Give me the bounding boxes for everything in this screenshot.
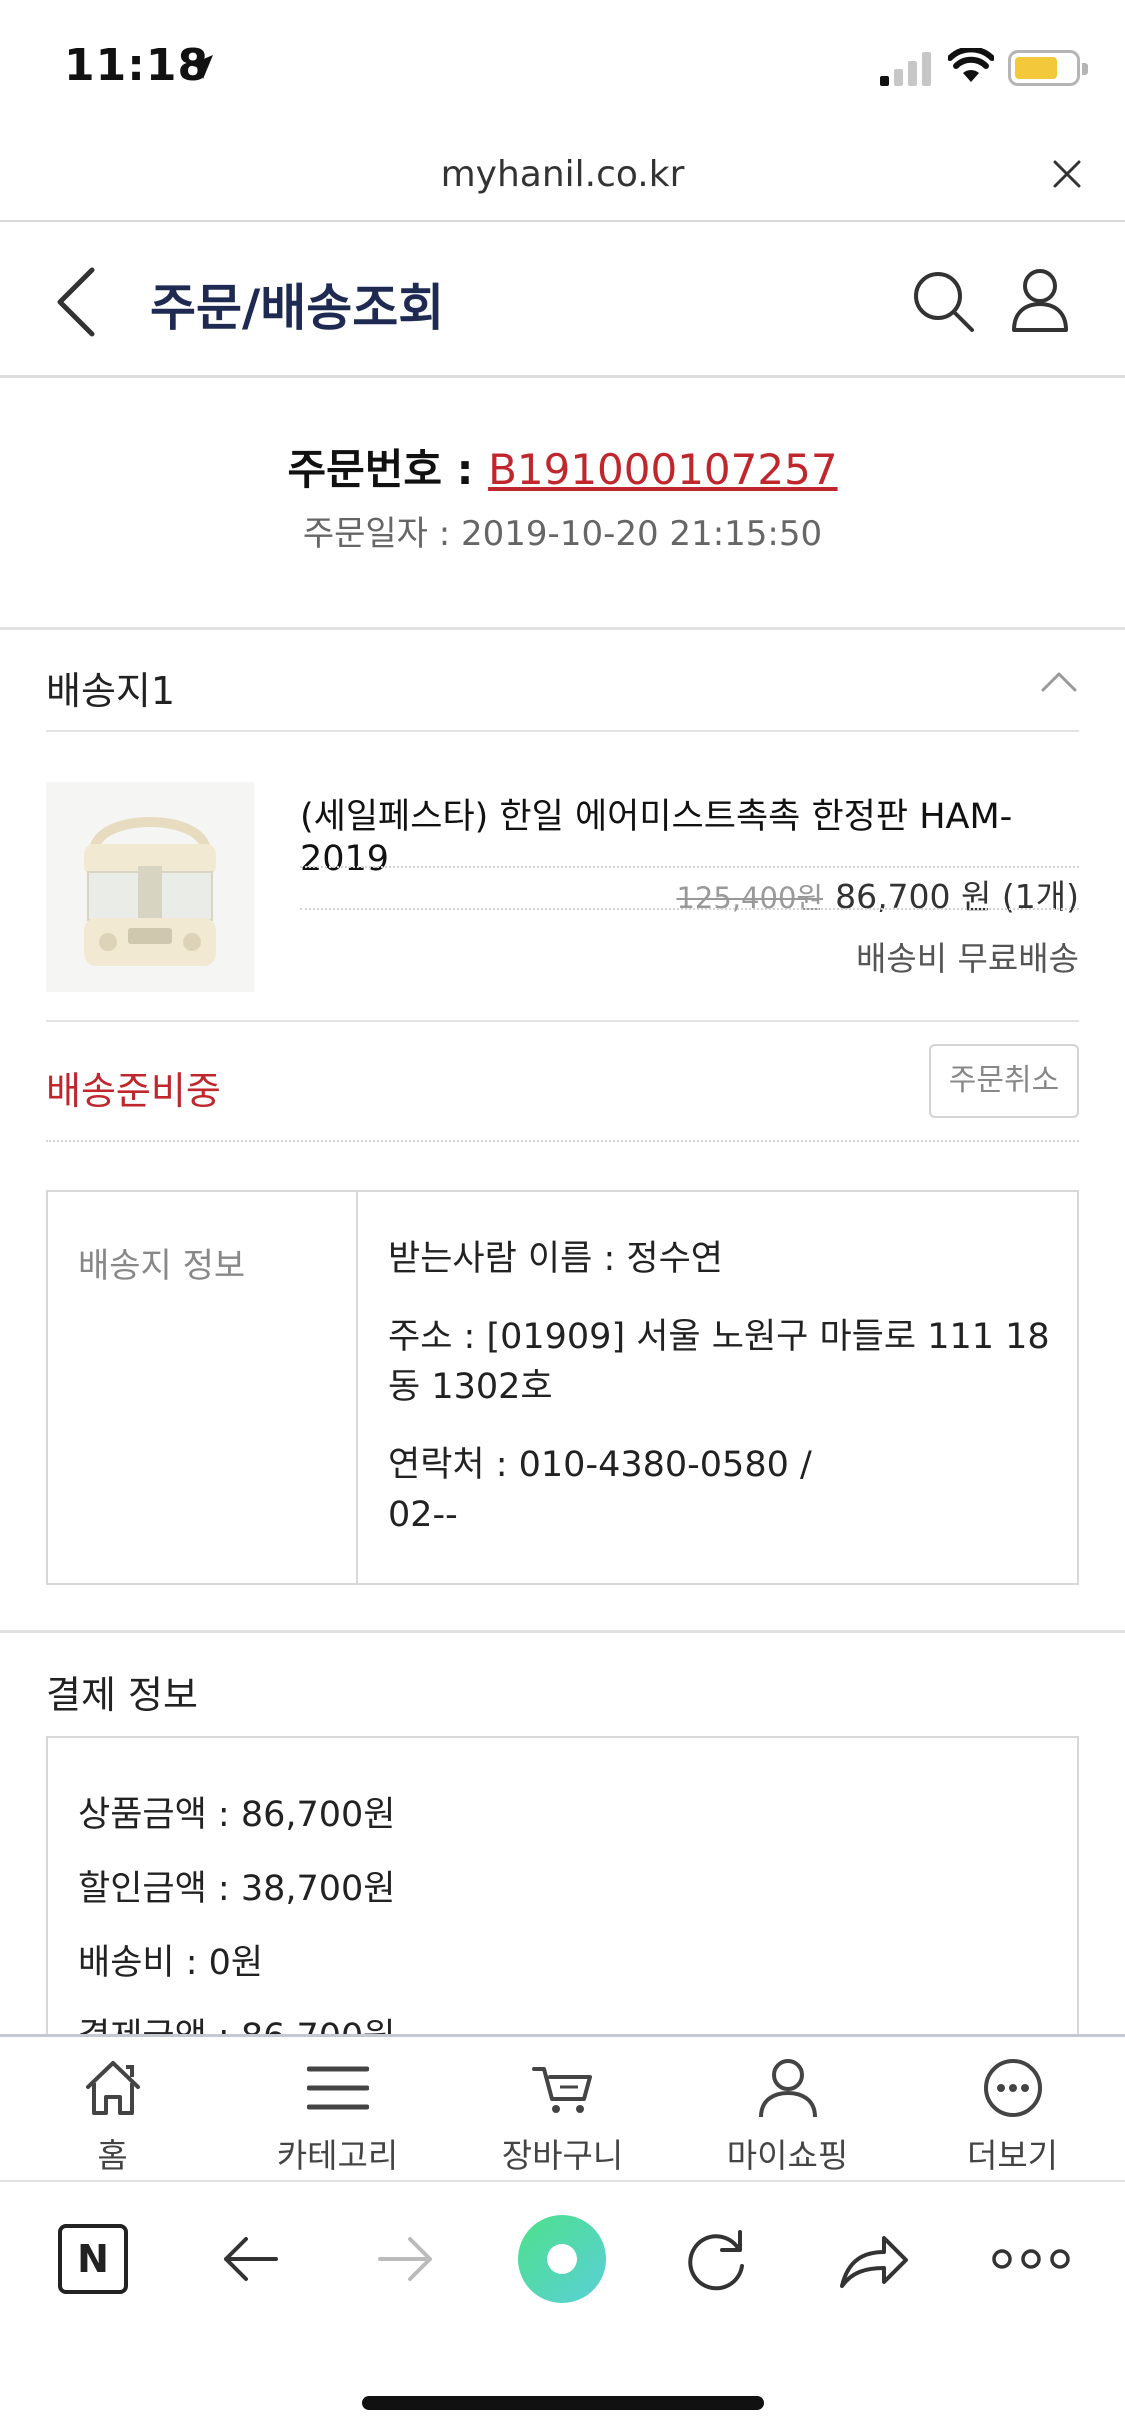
section-divider: [0, 1630, 1125, 1633]
back-arrow-icon[interactable]: [220, 2214, 280, 2304]
more-dots-icon[interactable]: [992, 2214, 1070, 2304]
close-icon[interactable]: [1047, 154, 1087, 194]
payment-info-box: 상품금액 : 86,700원 할인금액 : 38,700원 배송비 : 0원 결…: [46, 1736, 1079, 2066]
cellular-signal-icon: [880, 50, 934, 86]
shipping-group-header[interactable]: 배송지1: [46, 632, 1079, 732]
home-indicator[interactable]: [362, 2396, 764, 2410]
cancel-order-button[interactable]: 주문취소: [929, 1044, 1079, 1118]
shipping-fee: 배송비 무료배송: [855, 939, 1079, 978]
location-arrow-icon: [189, 55, 213, 79]
humidifier-image: [84, 817, 216, 966]
contact-info: 연락처 : 010-4380-0580 / 02--: [388, 1440, 1058, 1540]
nav-cart[interactable]: 장바구니: [450, 2037, 675, 2183]
divider: [300, 866, 1079, 868]
order-date: 주문일자 : 2019-10-20 21:15:50: [302, 514, 823, 554]
home-icon: [86, 2061, 140, 2115]
wifi-icon: [948, 48, 994, 82]
naver-glyph: N: [77, 2237, 109, 2281]
order-status-row: 배송준비중 주문취소: [46, 1024, 1079, 1142]
order-product-item: (세일페스타) 한일 에어미스트촉촉 한정판 HAM-2019 125,400원…: [46, 732, 1079, 1022]
cart-icon: [532, 2067, 592, 2113]
nav-more[interactable]: 더보기: [900, 2037, 1125, 2183]
more-icon: [984, 2059, 1042, 2117]
discount-amount: 할인금액 : 38,700원: [78, 1869, 396, 1909]
page-title: 주문/배송조회: [150, 279, 445, 337]
nav-cart-label: 장바구니: [501, 2136, 624, 2175]
app-header: 주문/배송조회: [0, 224, 1125, 378]
payment-section-title: 결제 정보: [46, 1673, 198, 1717]
contact-line-1: 연락처 : 010-4380-0580 /: [388, 1445, 812, 1485]
delivery-info-label-cell: 배송지 정보: [48, 1192, 358, 1583]
naver-home-icon[interactable]: N: [56, 2214, 130, 2304]
person-icon: [759, 2059, 817, 2118]
browser-toolbar: N: [0, 2184, 1125, 2334]
nav-myshopping-label: 마이쇼핑: [726, 2136, 849, 2175]
user-account-icon[interactable]: [1010, 266, 1070, 334]
back-chevron-icon[interactable]: [52, 264, 102, 340]
nav-home[interactable]: 홈: [0, 2037, 225, 2183]
nav-home-label: 홈: [97, 2136, 128, 2175]
delivery-address: 주소 : [01909] 서울 노원구 마들로 111 18동 1302호: [388, 1317, 1050, 1407]
order-status: 배송준비중: [46, 1069, 221, 1113]
bottom-navigation: 홈 카테고리 장바구니 마이쇼핑 더보기: [0, 2034, 1125, 2182]
nav-category[interactable]: 카테고리: [225, 2037, 450, 2183]
battery-icon: [1008, 50, 1088, 86]
contact-line-2: 02--: [388, 1495, 458, 1535]
search-icon[interactable]: [910, 268, 976, 334]
nav-myshopping[interactable]: 마이쇼핑: [675, 2037, 900, 2183]
chevron-up-icon[interactable]: [1039, 668, 1079, 694]
forward-arrow-icon[interactable]: [376, 2214, 436, 2304]
product-amount: 상품금액 : 86,700원: [78, 1795, 396, 1835]
green-dot-icon[interactable]: [516, 2214, 608, 2304]
delivery-info-body: 받는사람 이름 : 정수연 주소 : [01909] 서울 노원구 마들로 11…: [388, 1234, 1058, 1540]
delivery-info-table: 배송지 정보 받는사람 이름 : 정수연 주소 : [01909] 서울 노원구…: [46, 1190, 1079, 1585]
order-number-link[interactable]: B191000107257: [488, 445, 837, 494]
shipping-fee-amount: 배송비 : 0원: [78, 1943, 264, 1983]
delivery-info-label: 배송지 정보: [78, 1246, 246, 1286]
order-number-label: 주문번호 :: [287, 445, 489, 494]
recipient-name: 받는사람 이름 : 정수연: [388, 1239, 723, 1279]
status-bar: 11:18: [0, 0, 1125, 140]
product-thumbnail[interactable]: [46, 782, 254, 992]
shipping-group-title: 배송지1: [46, 669, 176, 713]
sale-price: 86,700 원 (1개): [835, 877, 1079, 916]
order-number-row: 주문번호 : B191000107257: [0, 436, 1125, 497]
order-summary-header: 주문번호 : B191000107257 주문일자 : 2019-10-20 2…: [0, 380, 1125, 630]
divider: [300, 908, 1079, 910]
share-icon[interactable]: [838, 2214, 910, 2304]
menu-icon: [307, 2066, 369, 2110]
nav-more-label: 더보기: [966, 2136, 1059, 2175]
nav-category-label: 카테고리: [276, 2136, 399, 2175]
product-price-row: 125,400원 86,700 원 (1개): [676, 870, 1079, 918]
refresh-icon[interactable]: [686, 2214, 750, 2304]
url-text[interactable]: myhanil.co.kr: [0, 154, 1125, 195]
browser-url-bar[interactable]: myhanil.co.kr: [0, 140, 1125, 222]
